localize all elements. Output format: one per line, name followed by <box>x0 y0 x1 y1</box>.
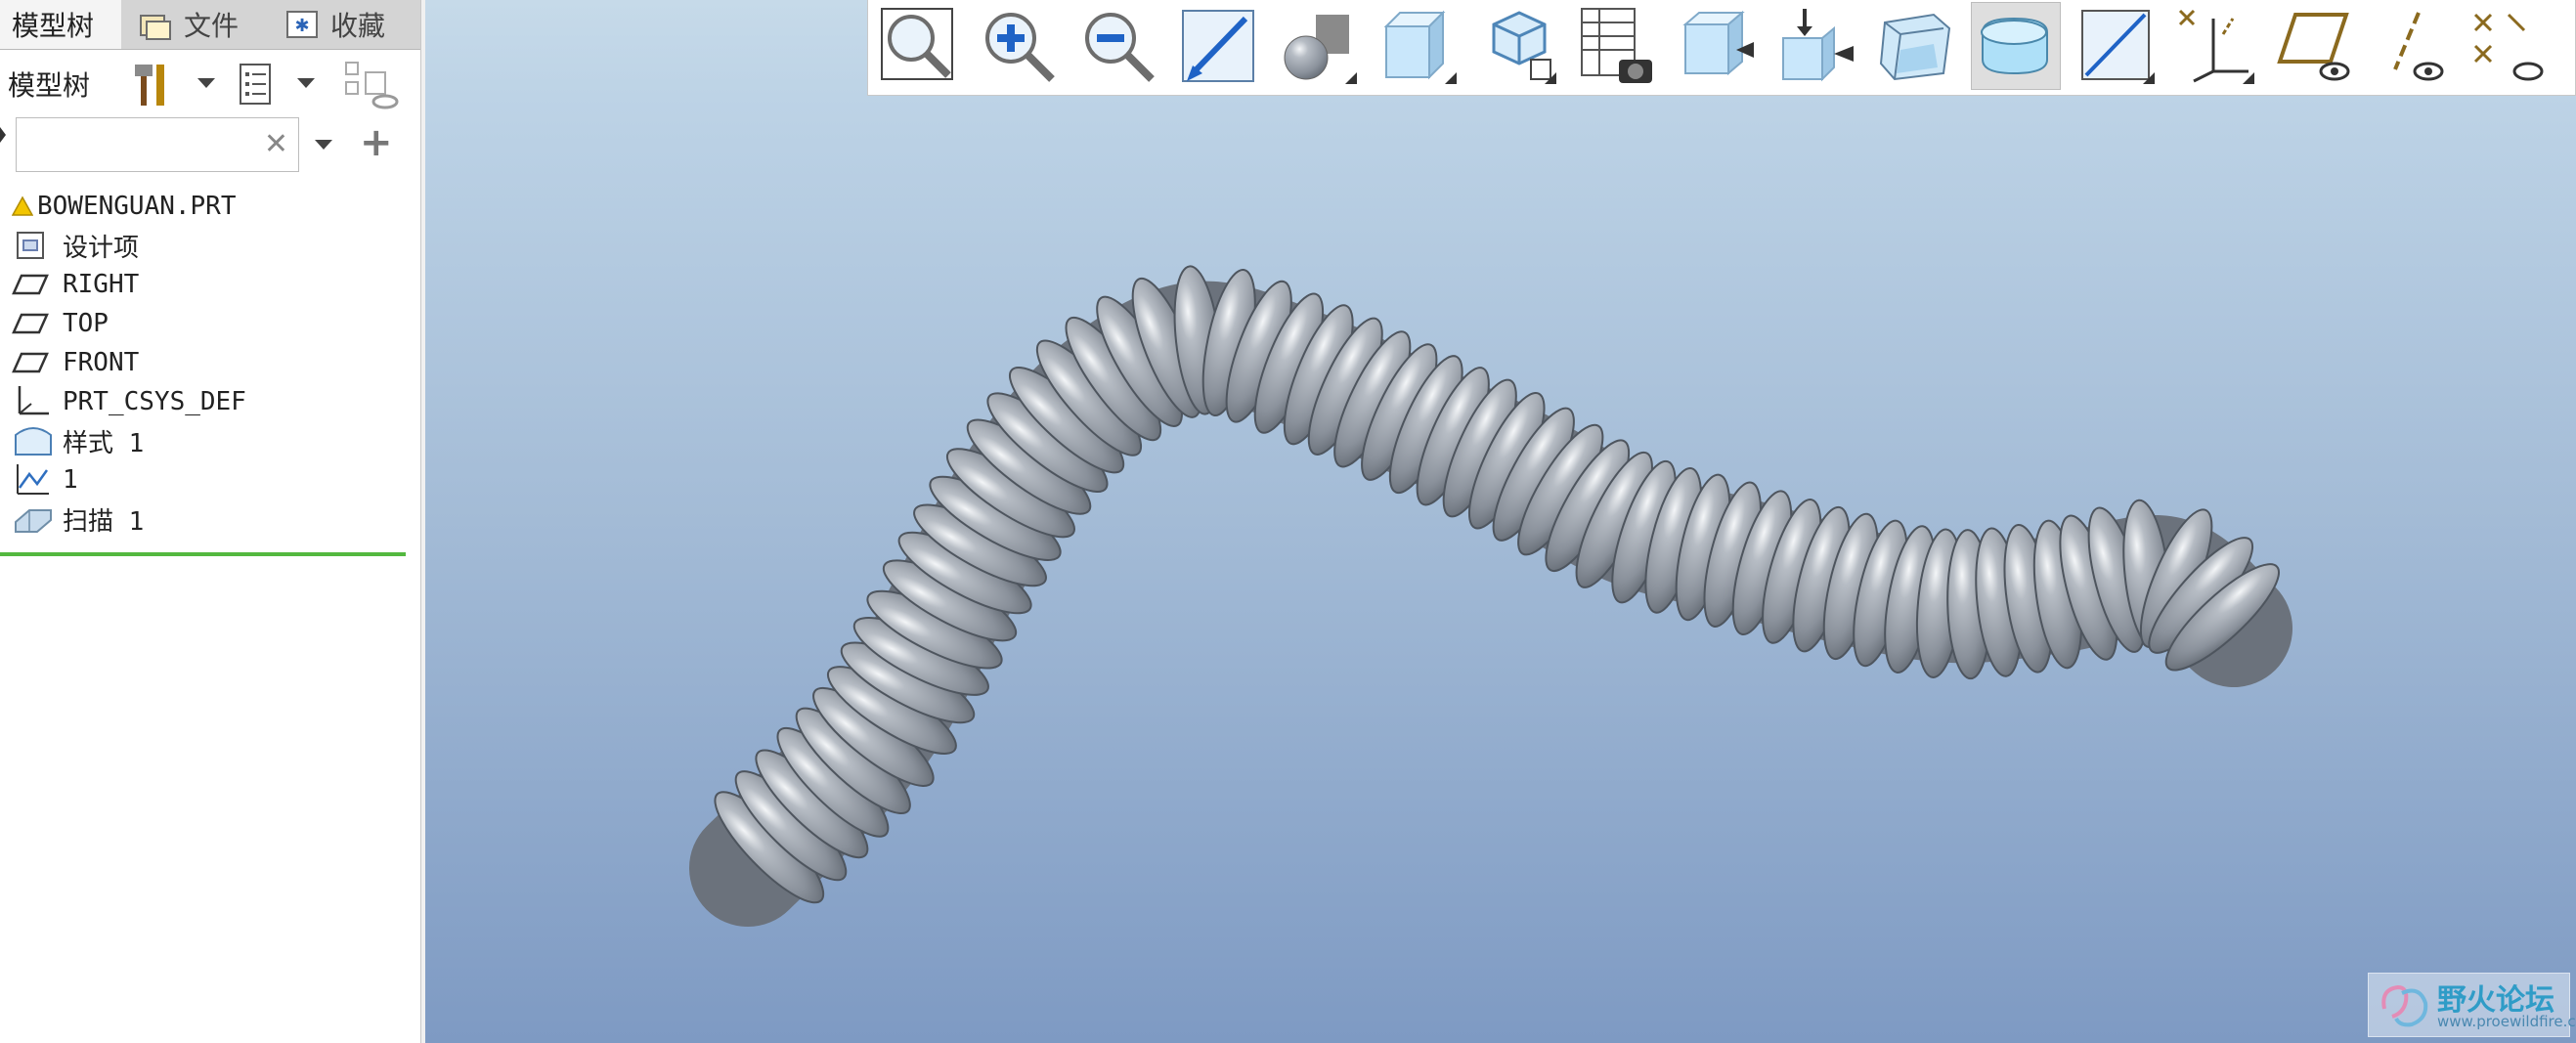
graphics-viewport[interactable]: 野火论坛 www.proewildfire.cn <box>425 96 2576 1043</box>
forum-logo-icon <box>2381 984 2428 1027</box>
datum-plane-icon <box>12 306 55 341</box>
hidden-line-icon <box>1879 13 1951 81</box>
tab-label: 模型树 <box>12 10 95 42</box>
dropdown-corner-icon <box>1345 72 1357 84</box>
annotation-icon <box>1782 9 1854 82</box>
dropdown-corner-icon <box>1545 72 1556 84</box>
insert-indicator[interactable] <box>0 552 406 556</box>
add-filter-icon[interactable]: + <box>360 123 393 162</box>
tree-item-label: PRT_CSYS_DEF <box>63 387 246 416</box>
plane-display-button[interactable] <box>2270 2 2360 90</box>
section-icon <box>1682 10 1754 76</box>
hose-rings <box>689 265 2292 927</box>
tree-item-top[interactable]: TOP <box>12 305 109 342</box>
tree-item-front[interactable]: FRONT <box>12 344 139 381</box>
tree-item-sweep[interactable]: 扫描 1 <box>12 500 144 538</box>
dropdown-corner-icon <box>2243 72 2254 84</box>
axis-display-icon <box>2393 12 2444 81</box>
view-manager-button[interactable] <box>1572 2 1662 90</box>
view-manager-icon <box>1581 8 1652 83</box>
collapse-arrow-icon[interactable] <box>0 127 6 143</box>
zoom-out-icon <box>1085 13 1155 82</box>
sweep-icon <box>12 501 55 537</box>
tree-item-label: TOP <box>63 309 109 338</box>
forum-watermark: 野火论坛 www.proewildfire.cn <box>2368 973 2576 1037</box>
tab-label: 收藏 <box>330 10 386 42</box>
csys-display-button[interactable] <box>2170 2 2260 90</box>
tree-item-label: 设计项 <box>63 233 140 263</box>
settings-dropdown-icon[interactable] <box>197 78 215 88</box>
model-tree-panel: 模型树 文件 ✱ 收藏 模型树 ✕ + BOWENGUAN.PRT 设计项 RI… <box>0 0 421 1043</box>
tree-item-label: BOWENGUAN.PRT <box>37 192 237 221</box>
watermark-url: www.proewildfire.cn <box>2437 1013 2576 1030</box>
zoom-in-icon <box>985 13 1055 82</box>
refit-button[interactable] <box>874 2 964 90</box>
hidden-line-button[interactable] <box>1871 2 1961 90</box>
zoom-in-button[interactable] <box>974 2 1064 90</box>
clear-search-icon[interactable]: ✕ <box>264 128 288 161</box>
tab-files[interactable]: 文件 <box>137 0 264 49</box>
named-views-button[interactable] <box>1373 2 1463 90</box>
annotation-button[interactable] <box>1771 2 1861 90</box>
tab-model-tree[interactable]: 模型树 <box>0 0 121 49</box>
viewport-top-area <box>425 0 867 96</box>
shading-button[interactable] <box>1971 2 2061 90</box>
view-toolbar <box>867 0 2576 96</box>
tree-item-label: 1 <box>63 465 78 495</box>
tree-item-csys[interactable]: PRT_CSYS_DEF <box>12 383 246 420</box>
style-surface-icon <box>12 423 55 458</box>
favorites-icon: ✱ <box>286 11 318 38</box>
repaint-button[interactable] <box>1173 2 1263 90</box>
csys-icon <box>12 384 55 419</box>
tree-settings-icon[interactable] <box>129 61 172 109</box>
svg-text:✱: ✱ <box>294 16 309 36</box>
folder-icon <box>140 15 171 40</box>
dropdown-corner-icon <box>2143 72 2155 84</box>
section-button[interactable] <box>1672 2 1762 90</box>
datum-plane-icon <box>12 345 55 380</box>
tab-favorites[interactable]: ✱ 收藏 <box>284 0 420 49</box>
tree-item-label: FRONT <box>63 348 140 377</box>
tree-item-part[interactable]: BOWENGUAN.PRT <box>12 188 237 225</box>
datum-plane-icon <box>12 267 55 302</box>
tree-show-icon[interactable] <box>237 61 276 108</box>
panel-tab-bar: 模型树 文件 ✱ 收藏 <box>0 0 420 50</box>
tree-search-input[interactable]: ✕ <box>16 117 299 172</box>
display-style-button[interactable] <box>1472 2 1562 90</box>
axis-display-button[interactable] <box>2370 2 2460 90</box>
tree-item-label: 样式 1 <box>63 428 145 458</box>
model-tree-title: 模型树 <box>8 69 91 102</box>
point-display-button[interactable] <box>2469 2 2548 90</box>
zoom-out-button[interactable] <box>1073 2 1163 90</box>
tree-item-label: RIGHT <box>63 270 140 299</box>
tree-item-design-items[interactable]: 设计项 <box>12 227 139 264</box>
dropdown-corner-icon <box>1445 72 1457 84</box>
shading-icon <box>1981 17 2048 75</box>
datum-display-button[interactable] <box>2071 2 2161 90</box>
bellows-hose-model <box>689 265 2292 927</box>
tree-filter-icon[interactable] <box>344 61 401 111</box>
refit-icon <box>881 8 953 80</box>
search-dropdown-icon[interactable] <box>315 140 332 150</box>
tree-item-style[interactable]: 样式 1 <box>12 422 144 459</box>
tab-label: 文件 <box>184 10 240 42</box>
part-warning-icon <box>12 189 35 224</box>
tree-item-label: 扫描 1 <box>63 506 145 537</box>
tree-item-right[interactable]: RIGHT <box>12 266 139 303</box>
tree-item-curve[interactable]: 1 <box>12 461 78 499</box>
design-items-icon <box>12 228 55 263</box>
show-dropdown-icon[interactable] <box>297 78 315 88</box>
datum-curve-icon <box>12 462 55 498</box>
repaint-icon <box>1182 10 1254 82</box>
perspective-button[interactable] <box>1273 2 1363 90</box>
plane-display-icon <box>2277 13 2350 81</box>
point-display-icon <box>2473 13 2544 81</box>
